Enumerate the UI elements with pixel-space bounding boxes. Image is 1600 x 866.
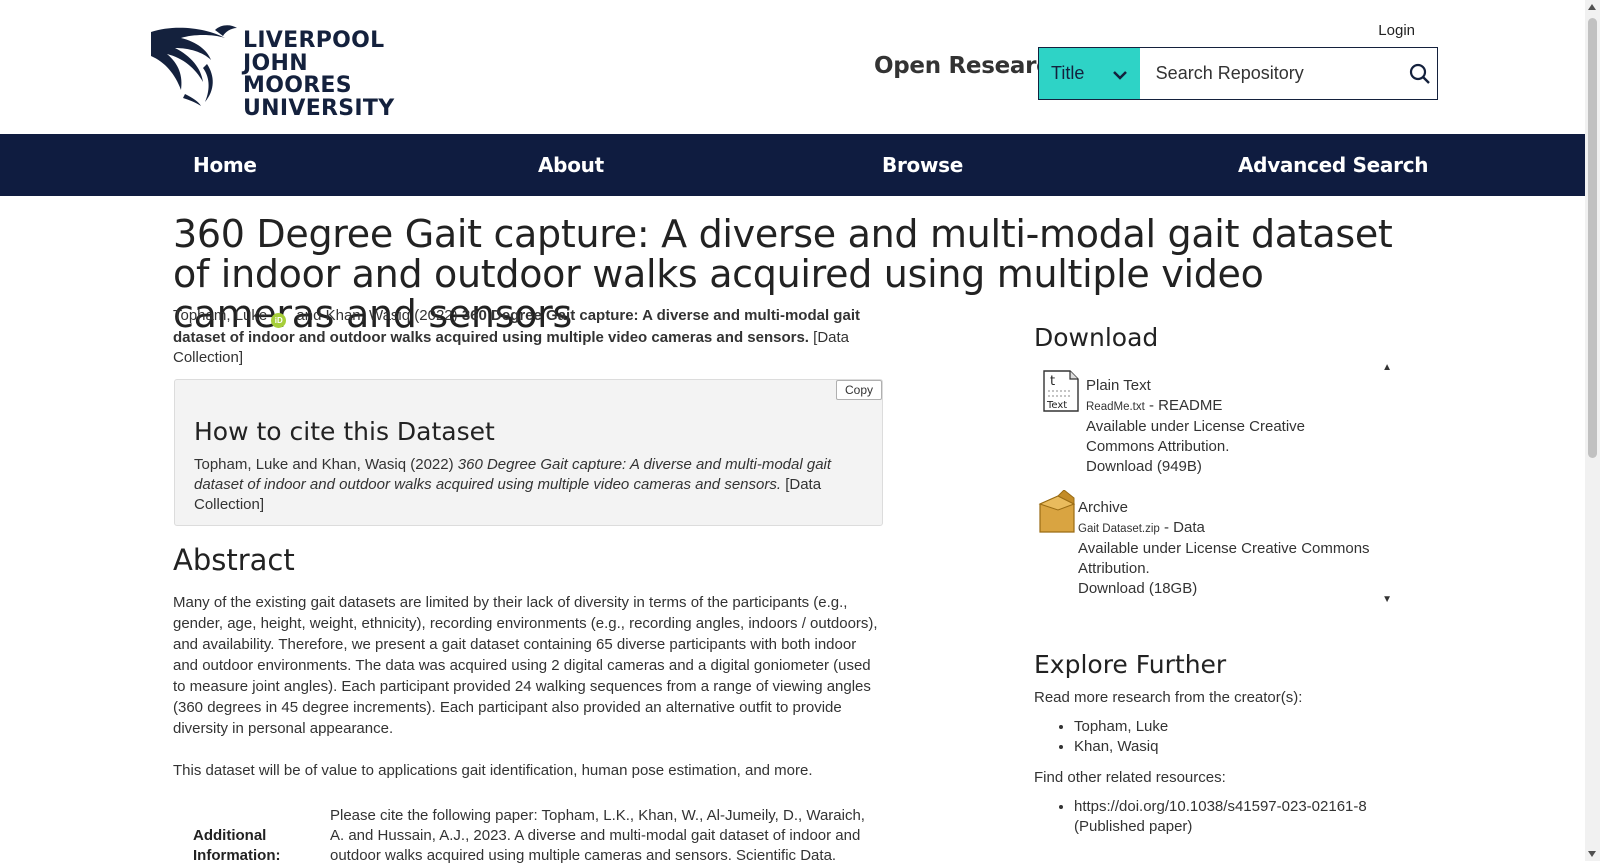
logo-line-3: UNIVERSITY — [243, 95, 395, 121]
scrollbar-up-arrow-icon[interactable] — [1588, 4, 1596, 10]
nav-browse[interactable]: Browse — [882, 134, 963, 196]
additional-info-value: Please cite the following paper: Topham,… — [330, 807, 865, 864]
chevron-down-icon — [1112, 64, 1128, 85]
university-logo[interactable]: LIVERPOOL JOHN MOORES UNIVERSITY — [145, 24, 415, 119]
scrollbar-down-arrow-icon[interactable] — [1588, 851, 1596, 857]
record-citation: Topham, Luke iD and Khan, Wasiq (2022) 36… — [173, 306, 873, 368]
logo-line-2: JOHN MOORES — [243, 50, 352, 98]
abstract-heading: Abstract — [173, 543, 295, 577]
cite-authors-year: Topham, Luke and Khan, Wasiq (2022) — [194, 456, 454, 473]
archive-box-icon — [1038, 489, 1076, 541]
download-license: Available under License Creative Commons… — [1086, 418, 1306, 455]
download-format: Archive — [1078, 499, 1129, 516]
nav-advanced-search[interactable]: Advanced Search — [1238, 134, 1429, 196]
abstract-paragraph: Many of the existing gait datasets are l… — [173, 594, 878, 737]
search-input[interactable] — [1139, 48, 1404, 99]
login-link[interactable]: Login — [1378, 22, 1415, 39]
nav-about[interactable]: About — [538, 134, 604, 196]
download-license: Available under License Creative Commons… — [1078, 540, 1370, 577]
site-name: Open Research — [874, 53, 1066, 79]
cite-box: Copy How to cite this Dataset Topham, Lu… — [174, 379, 883, 526]
creator-link[interactable]: Khan, Wasiq — [1074, 738, 1159, 755]
list-item: Topham, Luke — [1074, 717, 1168, 737]
logo-line-1: LIVERPOOL — [243, 28, 385, 53]
download-filename-link[interactable]: ReadMe.txt — [1086, 401, 1145, 413]
scrollbar-thumb[interactable] — [1588, 18, 1597, 458]
creators-intro: Read more research from the creator(s): — [1034, 689, 1303, 706]
download-link[interactable]: Download (18GB) — [1078, 580, 1197, 597]
scroll-down-icon[interactable]: ▼ — [1382, 594, 1392, 605]
logo-wordmark: LIVERPOOL JOHN MOORES UNIVERSITY — [243, 28, 415, 121]
cite-text: Topham, Luke and Khan, Wasiq (2022) 360 … — [194, 455, 864, 515]
explore-heading: Explore Further — [1034, 650, 1227, 679]
download-heading: Download — [1034, 323, 1159, 352]
related-doi-link[interactable]: https://doi.org/10.1038/s41597-023-02161… — [1074, 798, 1367, 815]
text-file-icon: t Text — [1042, 369, 1080, 418]
copy-button[interactable]: Copy — [835, 380, 882, 400]
download-desc: - Data — [1164, 519, 1205, 536]
list-item: Khan, Wasiq — [1074, 737, 1168, 757]
list-item: https://doi.org/10.1038/s41597-023-02161… — [1074, 797, 1367, 837]
search-button[interactable] — [1404, 48, 1437, 99]
download-desc: - README — [1148, 397, 1223, 414]
search-icon — [1410, 63, 1431, 84]
abstract-paragraph-2: This dataset will be of value to applica… — [173, 762, 813, 779]
download-format: Plain Text — [1086, 377, 1151, 394]
related-note: (Published paper) — [1074, 818, 1193, 835]
text-file-icon-label: Text — [1046, 400, 1067, 411]
page-scrollbar[interactable] — [1585, 0, 1600, 861]
download-filename-link[interactable]: Gait Dataset.zip — [1078, 523, 1160, 535]
download-list: ▲ t Text Plain Text ReadMe.txt - README … — [1034, 362, 1396, 612]
text-file-icon-letter: t — [1050, 374, 1055, 389]
site-header: LIVERPOOL JOHN MOORES UNIVERSITY Login O… — [0, 0, 1585, 134]
creator-link[interactable]: Topham, Luke — [1074, 718, 1168, 735]
author-link-2[interactable]: Khan, Wasiq — [326, 307, 411, 324]
bird-logo-icon — [151, 25, 237, 106]
orcid-icon[interactable]: iD — [271, 313, 287, 328]
record-year: (2022) — [414, 307, 458, 324]
and-text: and — [296, 307, 322, 324]
cite-heading: How to cite this Dataset — [194, 417, 495, 446]
creators-list: Topham, Luke Khan, Wasiq — [1034, 717, 1168, 757]
related-intro: Find other related resources: — [1034, 769, 1226, 786]
download-link[interactable]: Download (949B) — [1086, 458, 1202, 475]
related-list: https://doi.org/10.1038/s41597-023-02161… — [1034, 797, 1367, 837]
additional-info-label: Additional Information: — [193, 827, 281, 864]
search-field-select[interactable]: Title — [1039, 48, 1140, 99]
download-item-details: Plain Text ReadMe.txt - README Available… — [1086, 376, 1374, 477]
download-item-details: Archive Gait Dataset.zip - Data Availabl… — [1078, 498, 1374, 599]
scroll-up-icon[interactable]: ▲ — [1382, 362, 1392, 373]
main-nav: Home About Browse Advanced Search — [0, 134, 1585, 196]
author-link-1[interactable]: Topham, Luke — [173, 307, 267, 324]
search-bar: Title — [1038, 47, 1438, 100]
nav-home[interactable]: Home — [193, 134, 257, 196]
search-field-value: Title — [1051, 63, 1085, 83]
